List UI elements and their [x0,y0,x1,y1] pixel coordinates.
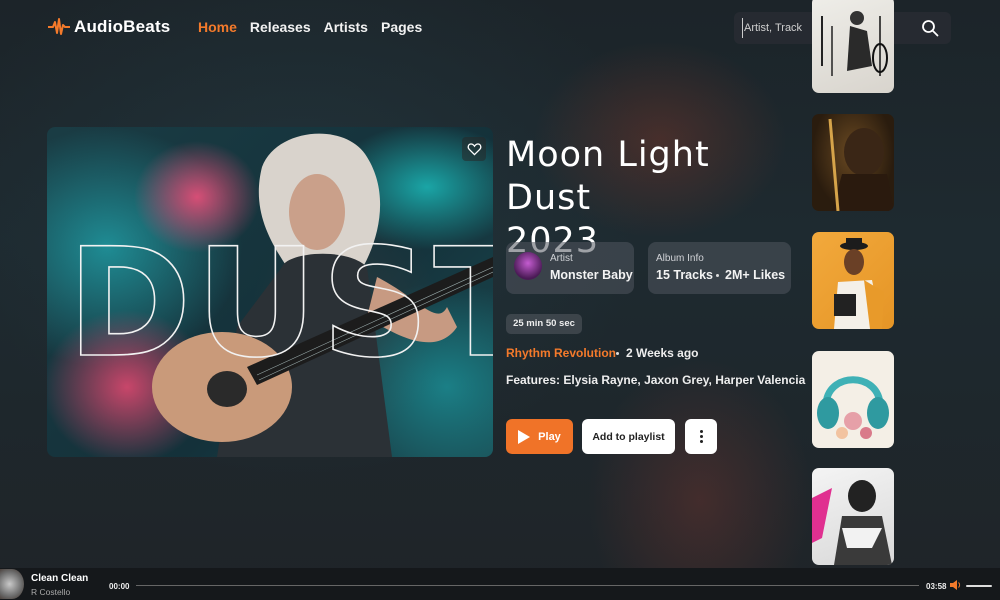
like-count: 2M+ Likes [725,268,786,282]
album-title-line1: Moon Light Dust [506,135,710,218]
guitarist-illustration: DUST [66,133,493,457]
volume-slider[interactable] [966,585,992,587]
featured-artists: Features: Elysia Rayne, Jaxon Grey, Harp… [506,373,806,387]
main-nav: Home Releases Artists Pages [198,19,422,35]
musician-sketch-art [821,11,888,76]
brand-name: AudioBeats [74,17,171,36]
album-cover[interactable]: DUST [47,127,493,457]
play-label: Play [538,430,561,443]
current-time: 00:00 [109,582,130,591]
favorite-button[interactable] [462,137,486,161]
play-icon [518,429,531,444]
artist-card[interactable]: Artist Monster Baby [506,242,634,294]
track-count: 15 Tracks [656,268,713,282]
album-info-card: Album Info 15 Tracks 2M+ Likes [648,242,791,294]
separator-dot [716,274,719,277]
pulse-icon [48,18,70,35]
artist-name[interactable]: Monster Baby [550,268,633,282]
duration-badge: 25 min 50 sec [506,314,582,334]
audio-player: Clean Clean R Costello 00:00 03:58 [0,568,1000,600]
release-thumbnail[interactable] [812,468,894,565]
nav-home[interactable]: Home [198,19,237,35]
now-playing-art[interactable] [0,569,24,599]
nav-artists[interactable]: Artists [324,19,368,35]
nav-releases[interactable]: Releases [250,19,311,35]
release-thumbnail[interactable] [812,232,894,329]
release-thumbnail[interactable] [812,114,894,211]
release-date: 2 Weeks ago [626,346,699,360]
play-button[interactable]: Play [506,419,573,454]
volume-icon[interactable] [950,579,962,591]
album-info-label: Album Info [656,253,704,264]
cover-text: DUST [67,217,493,391]
genre-link[interactable]: Rhythm Revolution [506,346,616,360]
total-time: 03:58 [926,582,947,591]
progress-bar[interactable] [136,585,919,586]
now-playing-title: Clean Clean [31,573,89,584]
release-thumbnail[interactable] [812,0,894,93]
now-playing-artist: R Costello [31,587,71,597]
release-thumbnail[interactable] [812,351,894,448]
floral-headphones-art [817,376,889,439]
separator-dot [616,352,619,355]
add-to-playlist-button[interactable]: Add to playlist [582,419,675,454]
search-icon[interactable] [921,19,939,37]
more-vertical-icon [699,430,703,443]
artist-label: Artist [550,253,573,264]
heart-icon [467,143,481,156]
bassist-portrait-art [828,118,894,211]
dj-art [812,480,892,565]
more-options-button[interactable] [685,419,717,454]
avatar [514,252,542,280]
brand-logo[interactable]: AudioBeats [48,16,170,38]
nav-pages[interactable]: Pages [381,19,422,35]
hat-man-art [834,238,884,329]
